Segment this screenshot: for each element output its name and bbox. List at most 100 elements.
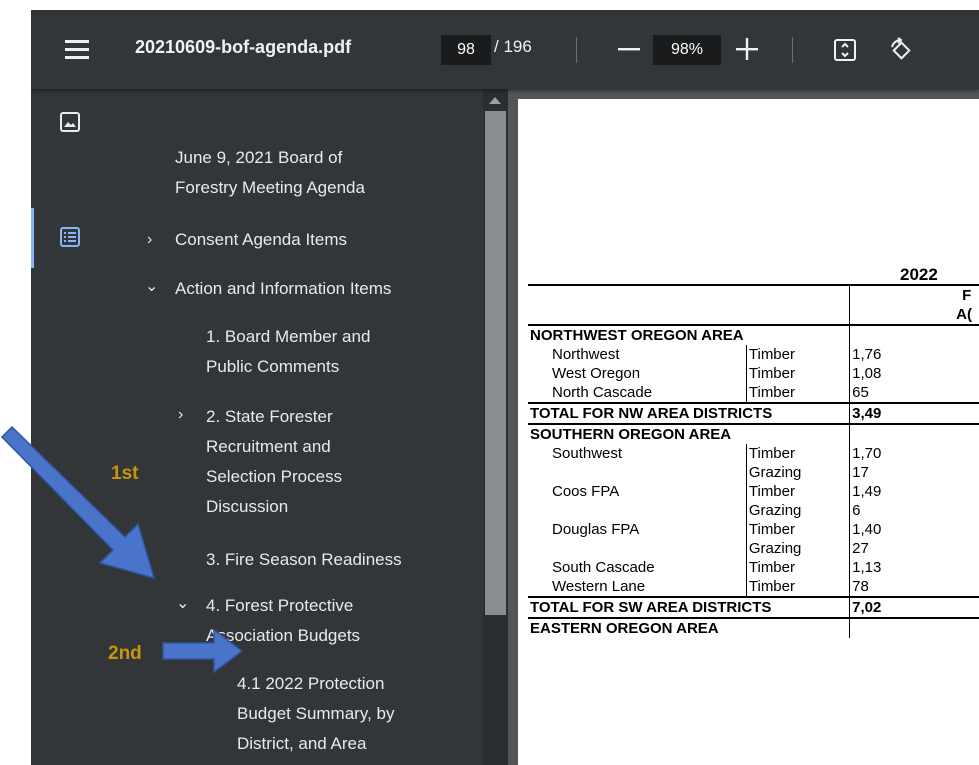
scrollbar-thumb[interactable] [485,111,506,615]
sidebar-scrollbar[interactable] [483,89,508,765]
table-cell [528,539,746,558]
table-title: 2022 [900,265,938,284]
image-icon [60,112,80,132]
arrow-annotation-icon [162,628,244,674]
table-cell: 78 [849,577,979,597]
chevron-down-icon[interactable]: ⌄ [176,594,189,614]
fit-page-icon [834,39,856,61]
rotate-button[interactable] [888,37,914,63]
outline-item-label: 4.1 2022 Protection [237,674,385,693]
table-row: North Cascade Timber 65 [528,383,979,403]
outline-item-action[interactable]: Action and Information Items [175,274,391,304]
outline-item-label: Public Comments [206,357,340,376]
table-cell: West Oregon [552,365,641,382]
toolbar: 20210609-bof-agenda.pdf / 196 [31,10,979,89]
chevron-down-icon[interactable]: ⌄ [145,277,158,297]
outline-item-4-1[interactable]: 4.1 2022 Protection Budget Summary, by D… [237,669,394,759]
outline-item-2[interactable]: 2. State Forester Recruitment and Select… [206,402,342,522]
zoom-out-button[interactable] [616,32,642,66]
pdf-page: 2022 F A(NORTHWEST OREGON AREA Northwest Ti… [518,99,979,765]
outline-tab[interactable] [56,223,84,251]
outline-item-label: 4. Forest Protective [206,596,354,615]
table-cell [849,324,979,345]
table-cell [849,617,979,638]
outline-item-label: Recruitment and [206,437,331,456]
table-cell: Douglas FPA [552,521,640,538]
table-cell: Grazing [745,501,850,520]
table-cell: 7,02 [849,596,979,619]
table-cell: 1,40 [849,520,979,539]
table-cell: Timber [745,558,850,577]
table-cell: 1,08 [849,364,979,383]
rotate-icon [891,37,911,60]
table-cell: 27 [849,539,979,558]
outline-item-label: Selection Process [206,467,343,486]
table-row: Grazing 17 [528,463,979,482]
table-row: Northwest Timber 1,76 [528,345,979,364]
table-cell: SOUTHERN OREGON AREA [528,423,850,444]
table-cell: Timber [745,383,850,403]
toolbar-divider [576,37,577,63]
table-cell: Grazing [745,539,850,558]
table-cell: Northwest [552,346,620,363]
arrow-annotation-icon [0,425,156,580]
chevron-right-icon[interactable]: › [147,230,152,250]
table-area-row: EASTERN OREGON AREA [528,617,979,638]
table-header-cell: F A( [849,284,979,325]
toolbar-divider [792,37,793,63]
table-cell [528,463,746,482]
table-header-fragment: F [962,287,972,304]
menu-button[interactable] [64,34,90,64]
outline-item-3[interactable]: 3. Fire Season Readiness [206,545,402,575]
table-cell [528,501,746,520]
table-cell: 1,76 [849,345,979,364]
table-row: West Oregon Timber 1,08 [528,364,979,383]
table-cell: Timber [745,364,850,383]
outline-item-label: Budget Summary, by [237,704,395,723]
list-icon [60,227,80,247]
table-cell: Timber [745,520,850,539]
table-cell: Timber [745,444,850,463]
outline-item-root[interactable]: June 9, 2021 Board of Forestry Meeting A… [175,143,365,203]
outline-item-label: 1. Board Member and [206,327,371,346]
table-total-row: TOTAL FOR NW AREA DISTRICTS 3,49 [528,402,979,425]
annotation-label-second: 2nd [108,643,142,664]
table-cell: Southwest [552,445,623,462]
outline-item-1[interactable]: 1. Board Member and Public Comments [206,322,370,382]
table-cell: Coos FPA [552,483,620,500]
table-header-cell [528,284,747,325]
page-total: / 196 [494,37,532,56]
table-cell: 1,49 [849,482,979,501]
fit-to-page-button[interactable] [833,38,857,62]
outline-item-label: Forestry Meeting Agenda [175,178,365,197]
thumbnails-tab[interactable] [56,108,84,136]
table-total-row: TOTAL FOR SW AREA DISTRICTS 7,02 [528,596,979,619]
table-cell: North Cascade [552,384,653,401]
outline-item-label: June 9, 2021 Board of [175,148,343,167]
scroll-up-arrow-icon[interactable] [489,97,501,104]
table-area-row: SOUTHERN OREGON AREA [528,423,979,444]
table-cell: Grazing [745,463,850,482]
chevron-right-icon[interactable]: › [178,405,183,425]
table-header-cell [746,284,850,325]
table-row: South Cascade Timber 1,13 [528,558,979,577]
active-tab-indicator [31,208,34,268]
plus-icon [736,38,758,60]
table-header-row: F A( [528,284,979,325]
zoom-input[interactable] [653,35,721,65]
table-cell: TOTAL FOR SW AREA DISTRICTS [528,596,850,619]
outline-item-label: District, and Area [237,734,367,753]
page-number-input[interactable] [441,35,491,65]
table-cell: 65 [849,383,979,403]
zoom-in-button[interactable] [734,32,760,66]
table-cell: 17 [849,463,979,482]
outline-item-consent[interactable]: Consent Agenda Items [175,225,347,255]
table-row: Southwest Timber 1,70 [528,444,979,463]
table-cell: 3,49 [849,402,979,425]
table-row: Douglas FPA Timber 1,40 [528,520,979,539]
outline-item-label: 2. State Forester [206,407,333,426]
table-cell: Timber [745,482,850,501]
budget-table: F A(NORTHWEST OREGON AREA Northwest Timber 1… [528,284,979,638]
table-cell: TOTAL FOR NW AREA DISTRICTS [528,402,850,425]
table-header-fragment: A( [956,306,972,323]
